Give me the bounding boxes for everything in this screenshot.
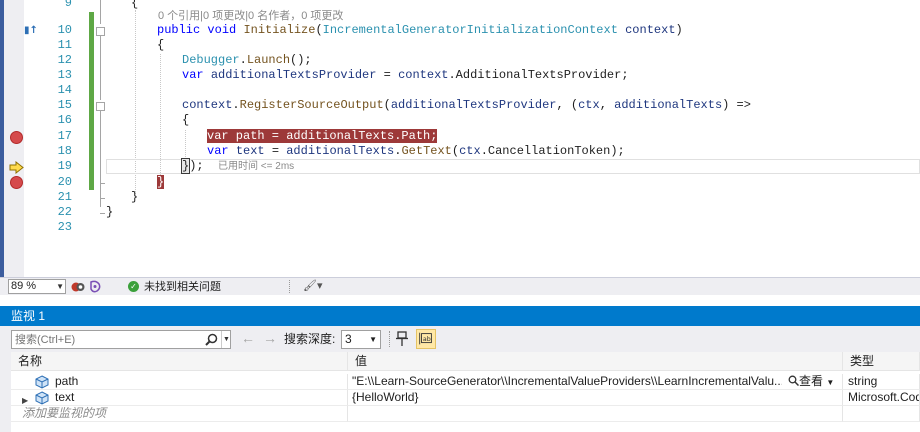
code-line[interactable]: { (182, 113, 189, 128)
code-line[interactable]: context.RegisterSourceOutput(additionalT… (182, 98, 751, 113)
watch-add-row[interactable]: 添加要监视的项 (0, 406, 920, 422)
collapse-toggle[interactable] (96, 27, 105, 36)
watch-search-box[interactable]: ▼ (11, 330, 231, 349)
code-line[interactable]: Debugger.Launch(); (182, 53, 312, 68)
watch-type-cell: string (843, 374, 920, 390)
chevron-down-icon: ▼ (56, 282, 64, 291)
add-watch-hint: 添加要监视的项 (22, 406, 107, 420)
variable-icon (35, 375, 49, 389)
line-number: 14 (57, 83, 72, 97)
line-number: 23 (57, 220, 72, 234)
watch-row[interactable]: ▶ text {HelloWorld} Microsoft.Code (0, 390, 920, 406)
code-line[interactable]: } (131, 190, 138, 205)
watch-left-rail (0, 352, 11, 432)
watch-search-input[interactable] (15, 332, 200, 347)
expand-arrow-icon[interactable]: ▶ (22, 393, 28, 405)
empty-cell (843, 406, 920, 422)
separator (289, 280, 290, 293)
search-icon[interactable] (205, 333, 218, 346)
glyph-margin[interactable] (4, 0, 24, 277)
breakpoint-icon[interactable] (10, 131, 23, 144)
variable-icon (35, 391, 49, 405)
line-number: 18 (57, 144, 72, 158)
code-editor[interactable]: ▮↑ 9 10 11 12 13 14 15 16 17 18 19 20 21… (0, 0, 920, 277)
separator (389, 331, 390, 347)
code-line-breakpoint[interactable]: } (157, 175, 165, 190)
line-number: 19 (57, 159, 72, 173)
watch-toolbar: ▼ ← → 搜索深度: 3 ▼ ab (0, 326, 920, 352)
outline-end-tick (100, 183, 105, 184)
watch-variable-name: path (55, 374, 79, 388)
code-line-current[interactable]: }); 已用时间 <= 2ms (180, 158, 295, 174)
watch-row[interactable]: path "E:\\Learn-SourceGenerator\\Increme… (0, 374, 920, 390)
visualizer-button[interactable]: 查看 ▼ (788, 374, 835, 389)
line-number: 21 (57, 190, 72, 204)
issues-status-text[interactable]: 未找到相关问题 (144, 280, 221, 294)
search-options-dropdown[interactable]: ▼ (221, 331, 231, 348)
watch-variable-name: text (55, 390, 75, 404)
breakpoint-icon[interactable] (10, 176, 23, 189)
watch-window-title: 监视 1 (11, 309, 46, 323)
outline-line (100, 0, 101, 24)
chevron-down-icon: ▼ (369, 335, 377, 344)
code-line[interactable]: var text = additionalTexts.GetText(ctx.C… (207, 144, 625, 159)
code-line[interactable]: { (157, 38, 164, 53)
check-circle-icon: ✓ (128, 281, 139, 292)
column-header-name[interactable]: 名称 (11, 352, 348, 371)
line-number: 10 (57, 23, 72, 37)
editor-status-bar: 89 % ▼ ✓ 未找到相关问题 🖌▾ (0, 277, 920, 295)
codelens-info[interactable]: 0 个引用|0 项更改|0 名作者，0 项更改 (158, 10, 343, 23)
change-tracking-bar (89, 12, 94, 190)
line-number: 13 (57, 68, 72, 82)
line-number: 12 (57, 53, 72, 67)
watch-value: {HelloWorld} (352, 390, 419, 404)
watch-window-title-bar[interactable]: 监视 1 (0, 306, 920, 326)
line-number: 17 (57, 129, 72, 143)
search-next-icon[interactable]: → (263, 331, 277, 345)
column-header-value[interactable]: 值 (348, 352, 843, 371)
outline-end-tick (100, 213, 105, 214)
watch-type-cell: Microsoft.Code (843, 390, 920, 406)
line-number: 20 (57, 175, 72, 189)
magnifier-icon (788, 375, 800, 387)
outline-line (100, 111, 101, 207)
code-line[interactable]: public void Initialize(IncrementalGenera… (157, 23, 683, 38)
chevron-down-icon: ▼ (826, 378, 835, 387)
line-number: 9 (64, 0, 72, 10)
code-cleanup-icon[interactable]: 🖌▾ (303, 279, 327, 294)
zoom-select[interactable]: 89 % ▼ (8, 279, 66, 294)
hexadecimal-toggle-icon[interactable]: ab (416, 329, 436, 349)
search-depth-select[interactable]: 3 ▼ (341, 330, 381, 349)
code-line-breakpoint[interactable]: var path = additionalTexts.Path; (207, 129, 438, 144)
line-number: 16 (57, 113, 72, 127)
watch-value: "E:\\Learn-SourceGenerator\\IncrementalV… (352, 374, 782, 388)
code-line[interactable]: } (106, 205, 113, 220)
line-number: 11 (57, 38, 72, 52)
watch-value-cell[interactable]: "E:\\Learn-SourceGenerator\\IncrementalV… (348, 374, 843, 390)
watch-grid: 名称 值 类型 path "E:\\Learn-SourceGenerator\… (0, 352, 920, 432)
search-depth-label: 搜索深度: (284, 332, 336, 346)
svg-text:ab: ab (423, 336, 431, 343)
watch-name-cell: path (11, 374, 348, 390)
intellicode-icon[interactable] (88, 280, 102, 293)
perf-tip: 已用时间 <= 2ms (218, 161, 295, 172)
current-statement-arrow-icon (9, 161, 24, 174)
code-line[interactable]: { (131, 0, 138, 11)
line-number: 22 (57, 205, 72, 219)
pin-icon[interactable] (395, 331, 409, 347)
outline-end-tick (100, 198, 105, 199)
line-number: 15 (57, 98, 72, 112)
search-previous-icon[interactable]: ← (241, 331, 255, 345)
copilot-icon[interactable] (71, 280, 85, 293)
column-header-type[interactable]: 类型 (843, 352, 920, 371)
add-watch-cell[interactable]: 添加要监视的项 (11, 406, 348, 422)
empty-cell (348, 406, 843, 422)
code-line[interactable]: var additionalTextsProvider = context.Ad… (182, 68, 629, 83)
implementation-icon[interactable]: ▮↑ (24, 25, 40, 37)
collapse-toggle[interactable] (96, 102, 105, 111)
watch-value-cell[interactable]: {HelloWorld} (348, 390, 843, 406)
watch-name-cell: ▶ text (11, 390, 348, 406)
outline-line (100, 36, 101, 100)
